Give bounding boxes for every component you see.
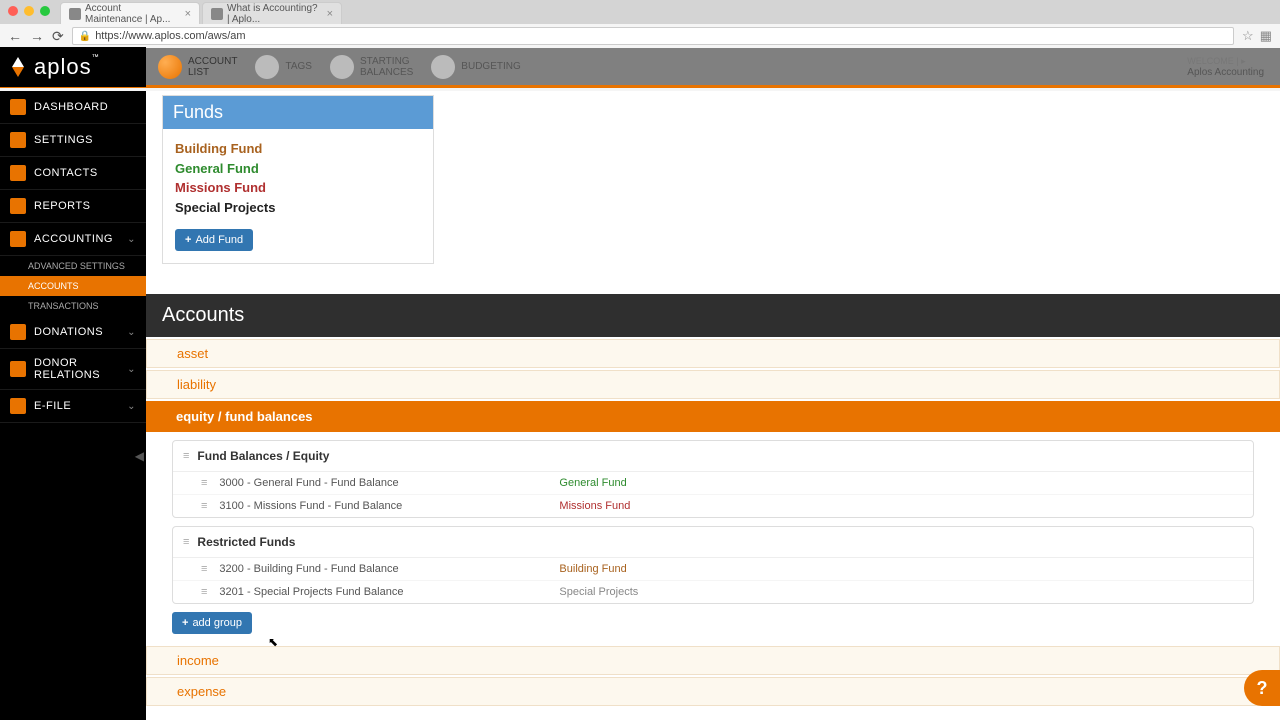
fund-item[interactable]: Building Fund [175,139,421,159]
sidebar-item-accounting[interactable]: ACCOUNTING⌄ [0,223,146,256]
donor-icon [10,361,26,377]
category-expense[interactable]: expense [146,677,1280,706]
lock-icon: 🔒 [79,31,91,42]
browser-chrome: Account Maintenance | Ap... × What is Ac… [0,0,1280,48]
back-button[interactable]: ← [8,28,22,44]
sidebar-item-efile[interactable]: E-FILE⌄ [0,390,146,423]
sidebar-item-settings[interactable]: SETTINGS [0,124,146,157]
account-row[interactable]: ≡ 3200 - Building Fund - Fund Balance Bu… [173,558,1253,581]
help-button[interactable]: ? [1244,670,1280,706]
nav-account-list[interactable]: ACCOUNTLIST [158,55,237,79]
group-header[interactable]: ≡ Fund Balances / Equity [173,441,1253,472]
accounting-icon [10,231,26,247]
logo-text: aplos™ [34,54,100,80]
chevron-down-icon: ⌄ [127,234,136,245]
drag-handle-icon[interactable]: ≡ [183,450,189,462]
tag-icon [255,55,279,79]
sidebar: DASHBOARD SETTINGS CONTACTS REPORTS ACCO… [0,91,146,720]
nav-budgeting[interactable]: BUDGETING [431,55,520,79]
forward-button[interactable]: → [30,28,44,44]
category-asset[interactable]: asset [146,339,1280,368]
plus-icon: + [185,234,191,246]
fund-item[interactable]: General Fund [175,159,421,179]
funds-panel-title: Funds [163,96,433,129]
category-equity[interactable]: equity / fund balances [146,401,1280,432]
drag-handle-icon[interactable]: ≡ [201,586,207,598]
favicon-icon [211,8,223,20]
add-fund-button[interactable]: +Add Fund [175,229,253,251]
add-group-button[interactable]: +add group [172,612,252,634]
sidebar-item-contacts[interactable]: CONTACTS [0,157,146,190]
donations-icon [10,324,26,340]
close-icon[interactable]: × [185,8,191,20]
sidebar-item-reports[interactable]: REPORTS [0,190,146,223]
app-header: aplos™ ACCOUNTLIST TAGS STARTINGBALANCES… [0,48,1280,88]
sidebar-sub-accounts[interactable]: ACCOUNTS [0,276,146,296]
chevron-down-icon: ⌄ [127,327,136,338]
collapse-sidebar-button[interactable]: ◀ [135,449,144,463]
menu-icon[interactable]: ▦ [1260,28,1272,44]
nav-starting-balances[interactable]: STARTINGBALANCES [330,55,413,79]
settings-icon [10,132,26,148]
maximize-window-button[interactable] [40,6,50,16]
sidebar-sub-advanced-settings[interactable]: ADVANCED SETTINGS [0,256,146,276]
efile-icon [10,398,26,414]
url-text: https://www.aplos.com/aws/am [95,30,245,42]
drag-handle-icon[interactable]: ≡ [183,536,189,548]
funds-panel: Funds Building Fund General Fund Mission… [162,95,434,264]
account-row[interactable]: ≡ 3100 - Missions Fund - Fund Balance Mi… [173,495,1253,517]
sidebar-item-donor-relations[interactable]: DONOR RELATIONS⌄ [0,349,146,390]
balance-icon [330,55,354,79]
chevron-down-icon: ⌄ [127,364,136,375]
main-content: Funds Building Fund General Fund Mission… [146,91,1280,720]
fund-item[interactable]: Missions Fund [175,178,421,198]
nav-bar: ← → ⟳ 🔒 https://www.aplos.com/aws/am ☆ ▦ [0,24,1280,48]
account-group: ≡ Restricted Funds ≡ 3200 - Building Fun… [172,526,1254,604]
welcome-label: WELCOME | ▸ [1187,56,1264,67]
contacts-icon [10,165,26,181]
header-nav: ACCOUNTLIST TAGS STARTINGBALANCES BUDGET… [146,55,1280,79]
drag-handle-icon[interactable]: ≡ [201,563,207,575]
account-group: ≡ Fund Balances / Equity ≡ 3000 - Genera… [172,440,1254,518]
traffic-lights [8,6,50,16]
close-icon[interactable]: × [327,8,333,20]
group-header[interactable]: ≡ Restricted Funds [173,527,1253,558]
category-liability[interactable]: liability [146,370,1280,399]
budget-icon [431,55,455,79]
account-groups: ≡ Fund Balances / Equity ≡ 3000 - Genera… [146,432,1280,644]
star-icon[interactable]: ☆ [1242,28,1254,44]
header-user-area[interactable]: WELCOME | ▸ Aplos Accounting [1187,56,1280,78]
logo[interactable]: aplos™ [0,47,146,87]
reports-icon [10,198,26,214]
reload-button[interactable]: ⟳ [52,28,64,45]
dashboard-icon [10,99,26,115]
pie-icon [158,55,182,79]
plus-icon: + [182,617,188,629]
url-bar[interactable]: 🔒 https://www.aplos.com/aws/am [72,27,1234,45]
account-row[interactable]: ≡ 3201 - Special Projects Fund Balance S… [173,581,1253,603]
nav-tags[interactable]: TAGS [255,55,311,79]
accounts-section-title: Accounts [146,294,1280,337]
favicon-icon [69,8,81,20]
chevron-down-icon: ⌄ [127,401,136,412]
category-income[interactable]: income [146,646,1280,675]
minimize-window-button[interactable] [24,6,34,16]
fund-item[interactable]: Special Projects [175,198,421,218]
tab-bar: Account Maintenance | Ap... × What is Ac… [0,0,1280,24]
tab-title: Account Maintenance | Ap... [85,3,177,25]
org-name: Aplos Accounting [1187,67,1264,78]
sidebar-sub-transactions[interactable]: TRANSACTIONS [0,296,146,316]
close-window-button[interactable] [8,6,18,16]
account-row[interactable]: ≡ 3000 - General Fund - Fund Balance Gen… [173,472,1253,495]
tab-title: What is Accounting? | Aplo... [227,3,319,25]
browser-tab[interactable]: What is Accounting? | Aplo... × [202,2,342,24]
url-end-icons: ☆ ▦ [1242,28,1272,44]
drag-handle-icon[interactable]: ≡ [201,477,207,489]
sidebar-item-donations[interactable]: DONATIONS⌄ [0,316,146,349]
browser-tab-active[interactable]: Account Maintenance | Ap... × [60,2,200,24]
sidebar-item-dashboard[interactable]: DASHBOARD [0,91,146,124]
logo-icon [8,57,28,77]
drag-handle-icon[interactable]: ≡ [201,500,207,512]
